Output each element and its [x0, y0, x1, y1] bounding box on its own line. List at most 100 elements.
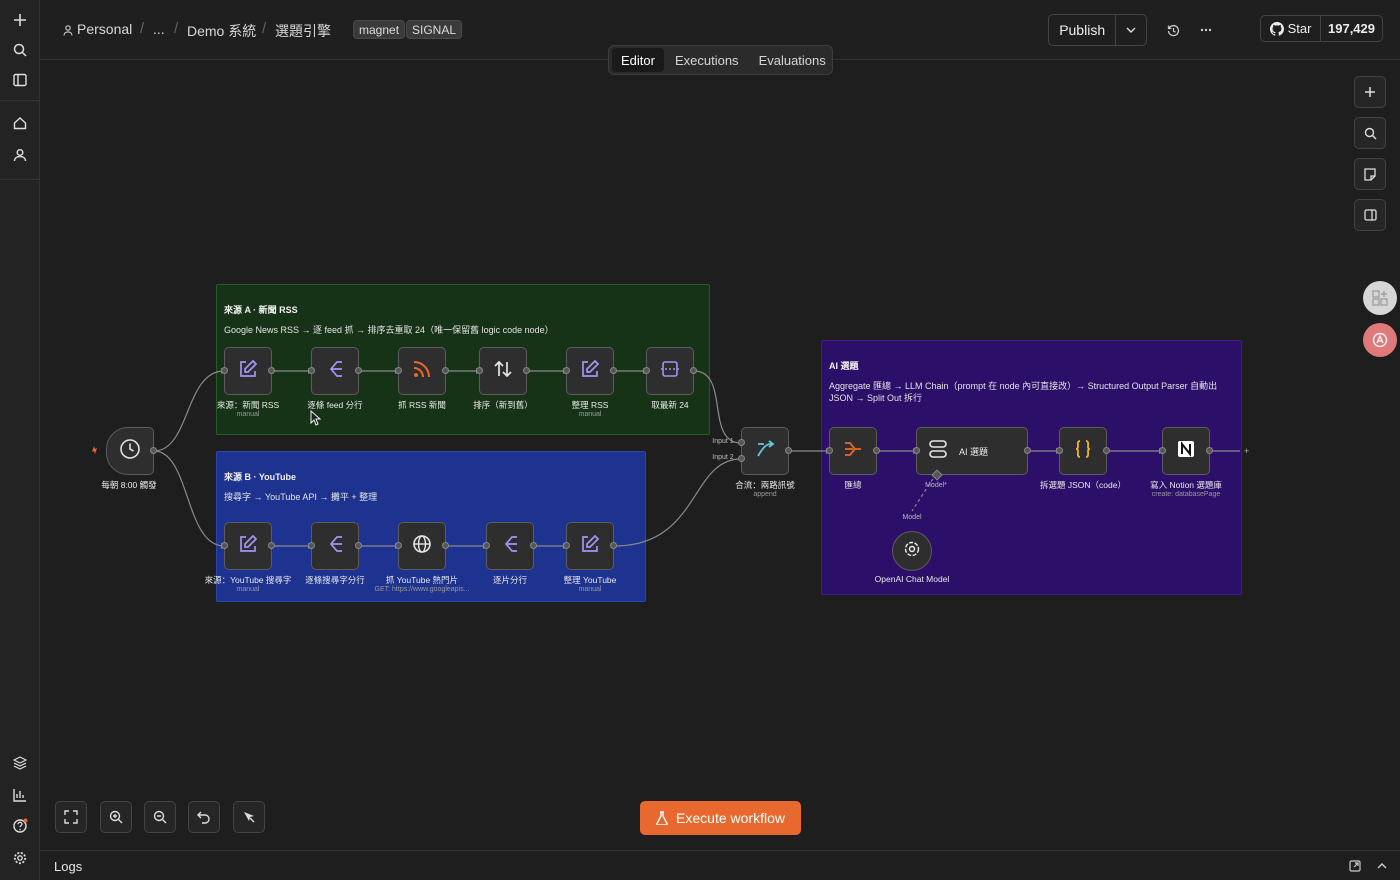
node-tidy-youtube[interactable]: [563, 522, 617, 570]
tab-editor[interactable]: Editor: [612, 48, 664, 72]
workflow-name[interactable]: 選題引擎: [275, 21, 331, 41]
input-port[interactable]: [1159, 447, 1166, 454]
node-label: 每朝 8:00 觸發: [101, 480, 157, 490]
zoom-out-icon[interactable]: [144, 801, 176, 833]
input-port-2[interactable]: [738, 455, 745, 462]
input-port[interactable]: [308, 542, 315, 549]
input-port[interactable]: [476, 367, 483, 374]
input-port[interactable]: [221, 542, 228, 549]
sidebar-toggle-icon[interactable]: [10, 70, 30, 90]
input-port[interactable]: [308, 367, 315, 374]
output-port[interactable]: [268, 542, 275, 549]
chevron-down-icon[interactable]: [1116, 15, 1146, 45]
input-port-1[interactable]: [738, 439, 745, 446]
insights-icon[interactable]: [10, 785, 30, 805]
split-icon: [499, 533, 521, 560]
output-port[interactable]: [150, 447, 157, 454]
node-split-videos[interactable]: [483, 522, 537, 570]
templates-icon[interactable]: [10, 753, 30, 773]
input-port[interactable]: [1056, 447, 1063, 454]
chevron-up-icon[interactable]: [1377, 862, 1387, 869]
output-port[interactable]: [1024, 447, 1031, 454]
add-icon[interactable]: [10, 10, 30, 30]
execute-workflow-button[interactable]: Execute workflow: [640, 801, 801, 835]
tidy-up-icon[interactable]: [233, 801, 265, 833]
pop-out-icon[interactable]: [1349, 860, 1361, 872]
search-nodes-icon[interactable]: [1354, 117, 1386, 149]
more-options-icon[interactable]: [1196, 20, 1216, 40]
user-icon: [63, 25, 73, 36]
input-port[interactable]: [395, 367, 402, 374]
tab-evaluations[interactable]: Evaluations: [750, 48, 835, 72]
zoom-in-icon[interactable]: [100, 801, 132, 833]
input-port[interactable]: [643, 367, 650, 374]
node-fetch-youtube[interactable]: [395, 522, 449, 570]
node-tidy-rss[interactable]: [563, 347, 617, 395]
input-port[interactable]: [826, 447, 833, 454]
output-port[interactable]: [690, 367, 697, 374]
settings-icon[interactable]: [10, 848, 30, 868]
extension-apps-icon[interactable]: [1363, 281, 1397, 315]
node-fetch-rss[interactable]: [395, 347, 449, 395]
input-port[interactable]: [395, 542, 402, 549]
svg-text:+: +: [1244, 446, 1249, 456]
input-port[interactable]: [563, 542, 570, 549]
output-port[interactable]: [873, 447, 880, 454]
output-port[interactable]: [355, 542, 362, 549]
breadcrumb-project[interactable]: Personal: [77, 21, 132, 37]
node-split-keywords[interactable]: [308, 522, 362, 570]
trigger-bolt-icon: [92, 446, 97, 454]
node-ai-chain[interactable]: AI 選題: [913, 427, 1031, 481]
connection-line: [693, 370, 742, 444]
code-icon: [1072, 438, 1094, 465]
node-limit-24[interactable]: [643, 347, 697, 395]
fit-view-icon[interactable]: [55, 801, 87, 833]
breadcrumb-ellipsis[interactable]: ...: [153, 21, 165, 37]
output-port[interactable]: [785, 447, 792, 454]
node-openai-chat-model[interactable]: [892, 531, 932, 571]
output-port[interactable]: [442, 367, 449, 374]
node-aggregate[interactable]: [826, 427, 880, 475]
output-port[interactable]: [268, 367, 275, 374]
node-source-youtube-keywords[interactable]: [221, 522, 275, 570]
breadcrumb-folder[interactable]: Demo 系統: [187, 21, 256, 41]
output-port[interactable]: [523, 367, 530, 374]
node-merge[interactable]: [738, 427, 792, 475]
publish-button[interactable]: Publish: [1049, 15, 1117, 45]
node-parse-json[interactable]: [1056, 427, 1110, 475]
tab-executions[interactable]: Executions: [666, 48, 748, 72]
help-icon[interactable]: [10, 816, 30, 836]
output-port[interactable]: [610, 542, 617, 549]
trigger-node[interactable]: [106, 427, 157, 475]
input-port[interactable]: [221, 367, 228, 374]
tag-badge[interactable]: magnet: [353, 20, 406, 39]
left-rail: [0, 0, 40, 880]
undo-icon[interactable]: [188, 801, 220, 833]
input-port[interactable]: [913, 447, 920, 454]
extension-translate-icon[interactable]: [1363, 323, 1397, 357]
workflow-canvas[interactable]: 來源 A · 新聞 RSS Google News RSS → 逐 feed 抓…: [40, 60, 1400, 850]
output-port[interactable]: [530, 542, 537, 549]
output-port[interactable]: [1103, 447, 1110, 454]
logs-panel-bar[interactable]: Logs: [40, 850, 1400, 880]
output-port[interactable]: [610, 367, 617, 374]
sticky-note-icon[interactable]: [1354, 158, 1386, 190]
tag-badge[interactable]: SIGNAL: [406, 20, 463, 39]
github-star-group[interactable]: Star 197,429: [1260, 15, 1383, 42]
user-icon[interactable]: [10, 145, 30, 165]
add-node-icon[interactable]: [1354, 76, 1386, 108]
node-split-feeds[interactable]: [308, 347, 362, 395]
output-port[interactable]: [355, 367, 362, 374]
output-port[interactable]: [442, 542, 449, 549]
node-source-news-rss[interactable]: [221, 347, 275, 395]
input-port[interactable]: [563, 367, 570, 374]
input-port[interactable]: [483, 542, 490, 549]
output-port[interactable]: [1206, 447, 1213, 454]
github-star-button[interactable]: Star: [1261, 16, 1321, 41]
node-sort[interactable]: [476, 347, 530, 395]
search-icon[interactable]: [10, 40, 30, 60]
node-notion[interactable]: [1159, 427, 1213, 475]
home-icon[interactable]: [10, 113, 30, 133]
history-icon[interactable]: [1163, 20, 1183, 40]
panel-toggle-icon[interactable]: [1354, 199, 1386, 231]
